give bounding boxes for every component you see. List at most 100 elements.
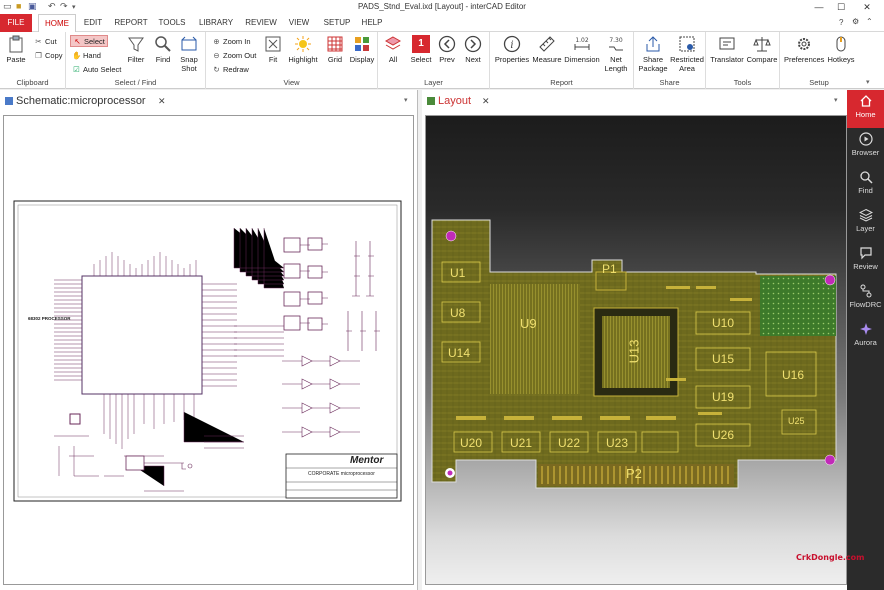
sidebar-item-layer[interactable]: Layer bbox=[847, 204, 884, 242]
layout-canvas[interactable]: U1 U8 U14 U9 U13 P1 U10 U15 U16 U19 U25 … bbox=[425, 115, 847, 585]
schematic-pane: Schematic:microprocessor ✕ ▾ 68302 PROCE… bbox=[0, 90, 418, 590]
ref-u21[interactable]: U21 bbox=[510, 436, 532, 450]
layer-next-button[interactable]: Next bbox=[462, 35, 484, 64]
zoom-out-button[interactable]: ⊖ Zoom Out bbox=[212, 50, 256, 62]
schematic-doc-icon bbox=[5, 97, 13, 105]
ref-u8[interactable]: U8 bbox=[450, 306, 465, 320]
select-find-group: ↖ Select ✋ Hand ☑ Auto Select Filter Find S… bbox=[66, 32, 206, 89]
ref-u1[interactable]: U1 bbox=[450, 266, 465, 280]
share-package-button[interactable]: Share Package bbox=[638, 35, 668, 73]
schematic-canvas[interactable]: 68302 PROCESSOR Mentor CORPORATE micropr… bbox=[3, 115, 414, 585]
find-button[interactable]: Find bbox=[152, 35, 174, 64]
grid-button[interactable]: Grid bbox=[324, 35, 346, 64]
menu-tab-library[interactable]: LIBRARY bbox=[196, 14, 236, 32]
menu-tab-report[interactable]: REPORT bbox=[112, 14, 150, 32]
layer-select-button[interactable]: 1 Select bbox=[408, 35, 434, 64]
sidebar-item-aurora[interactable]: Aurora bbox=[847, 318, 884, 356]
translator-button[interactable]: Translator bbox=[710, 35, 744, 64]
ref-u22[interactable]: U22 bbox=[558, 436, 580, 450]
select-button[interactable]: ↖ Select bbox=[70, 35, 108, 47]
sidebar-item-browser[interactable]: Browser bbox=[847, 128, 884, 166]
ref-u13[interactable]: U13 bbox=[626, 340, 641, 364]
menu-tab-edit[interactable]: EDIT bbox=[80, 14, 106, 32]
group-label: Layer bbox=[424, 78, 443, 87]
highlight-button[interactable]: Highlight bbox=[286, 35, 320, 64]
auto-select-checkbox[interactable]: ☑ Auto Select bbox=[72, 64, 121, 76]
pane-menu-icon[interactable]: ▾ bbox=[834, 96, 838, 104]
maximize-button[interactable]: ☐ bbox=[828, 0, 854, 14]
copy-button[interactable]: ❐ Copy bbox=[34, 50, 62, 62]
ribbon-expand-icon[interactable]: ▾ bbox=[866, 78, 870, 86]
preferences-button[interactable]: Preferences bbox=[784, 35, 824, 64]
menu-tab-review[interactable]: REVIEW bbox=[244, 14, 278, 32]
gear-icon bbox=[798, 38, 810, 50]
layer-all-button[interactable]: All bbox=[382, 35, 404, 64]
collapse-ribbon-icon[interactable]: ⌃ bbox=[866, 17, 873, 26]
title-block-company: CORPORATE bbox=[308, 471, 340, 477]
menu-tab-home[interactable]: HOME bbox=[38, 14, 76, 33]
highlight-icon bbox=[295, 36, 311, 52]
arrow-left-icon bbox=[438, 35, 456, 53]
ref-p2[interactable]: P2 bbox=[626, 466, 642, 481]
ref-u14[interactable]: U14 bbox=[448, 346, 470, 360]
layout-doc-icon bbox=[427, 97, 435, 105]
ref-u9[interactable]: U9 bbox=[520, 316, 537, 331]
ref-u25[interactable]: U25 bbox=[788, 416, 805, 426]
ref-u10[interactable]: U10 bbox=[712, 316, 734, 330]
snapshot-icon bbox=[181, 36, 197, 51]
report-group: i Properties Measure 1.02 Dimension 7.30… bbox=[490, 32, 634, 89]
menu-tab-tools[interactable]: TOOLS bbox=[156, 14, 188, 32]
tab-schematic[interactable]: Schematic:microprocessor ✕ bbox=[2, 93, 172, 109]
sidebar-item-home[interactable]: Home bbox=[847, 90, 884, 128]
fit-icon bbox=[265, 36, 281, 52]
play-circle-icon bbox=[858, 132, 873, 146]
fit-button[interactable]: Fit bbox=[262, 35, 284, 64]
pane-menu-icon[interactable]: ▾ bbox=[404, 96, 408, 104]
display-button[interactable]: Display bbox=[348, 35, 376, 64]
close-tab-icon[interactable]: ✕ bbox=[158, 93, 166, 109]
help-icon[interactable]: ? bbox=[839, 18, 843, 27]
ref-u26[interactable]: U26 bbox=[712, 428, 734, 442]
filter-button[interactable]: Filter bbox=[124, 35, 148, 64]
close-tab-icon[interactable]: ✕ bbox=[482, 93, 490, 109]
processor-block-title: 68302 PROCESSOR bbox=[28, 316, 71, 321]
menu-file[interactable]: FILE bbox=[0, 14, 32, 32]
mentor-logo: Mentor bbox=[350, 455, 384, 466]
title-bar: ▭ ■ ▣ ↶ ↷ ▾ PADS_Stnd_Eval.ixd [Layout] … bbox=[0, 0, 884, 14]
menu-bar: FILE HOME EDIT REPORT TOOLS LIBRARY REVI… bbox=[0, 14, 884, 33]
hand-button[interactable]: ✋ Hand bbox=[72, 50, 101, 62]
cut-button[interactable]: ✂ Cut bbox=[34, 36, 56, 48]
ref-u15[interactable]: U15 bbox=[712, 352, 734, 366]
group-label: Tools bbox=[733, 78, 752, 87]
ref-p1[interactable]: P1 bbox=[602, 262, 617, 276]
tab-layout[interactable]: Layout ✕ bbox=[424, 93, 496, 109]
layer-prev-button[interactable]: Prev bbox=[436, 35, 458, 64]
hotkeys-button[interactable]: Hotkeys bbox=[826, 35, 856, 64]
net-length-button[interactable]: 7.30 Net Length bbox=[600, 35, 632, 73]
ref-u20[interactable]: U20 bbox=[460, 436, 482, 450]
ref-u16[interactable]: U16 bbox=[782, 368, 804, 382]
menu-tab-setup[interactable]: SETUP bbox=[322, 14, 352, 32]
zoom-in-button[interactable]: ⊕ Zoom In bbox=[212, 36, 250, 48]
ref-u19[interactable]: U19 bbox=[712, 390, 734, 404]
sidebar-item-find[interactable]: Find bbox=[847, 166, 884, 204]
menu-tab-help[interactable]: HELP bbox=[360, 14, 384, 32]
sidebar-item-review[interactable]: Review bbox=[847, 242, 884, 280]
properties-button[interactable]: i Properties bbox=[494, 35, 530, 64]
restricted-area-button[interactable]: Restricted Area bbox=[670, 35, 704, 73]
paste-button[interactable]: Paste bbox=[4, 35, 28, 64]
hand-icon: ✋ bbox=[72, 51, 82, 60]
sidebar-item-flowdrc[interactable]: FlowDRC bbox=[847, 280, 884, 318]
dimension-button[interactable]: 1.02 Dimension bbox=[564, 35, 600, 64]
redraw-button[interactable]: ↻ Redraw bbox=[212, 64, 249, 76]
measure-button[interactable]: Measure bbox=[532, 35, 562, 64]
ref-u23[interactable]: U23 bbox=[606, 436, 628, 450]
close-window-button[interactable]: ✕ bbox=[854, 0, 880, 14]
compare-button[interactable]: Compare bbox=[746, 35, 778, 64]
snapshot-button[interactable]: Snap Shot bbox=[176, 35, 202, 73]
ribbon: Paste ✂ Cut ❐ Copy Clipboard ↖ Select ✋ Hand… bbox=[0, 32, 884, 89]
group-label: Report bbox=[550, 78, 573, 87]
settings-icon[interactable]: ⚙ bbox=[852, 17, 859, 26]
menu-tab-view[interactable]: VIEW bbox=[286, 14, 312, 32]
ruler-icon bbox=[539, 36, 555, 52]
